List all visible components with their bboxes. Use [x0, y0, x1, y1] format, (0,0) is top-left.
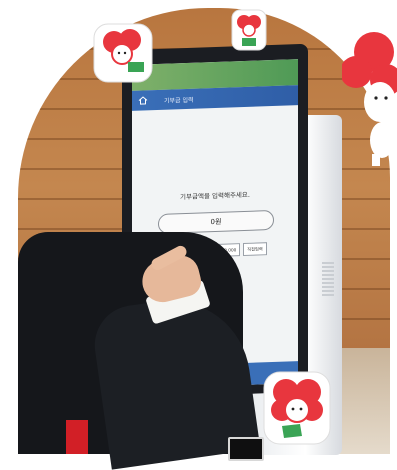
amount-input[interactable]: 0원: [158, 209, 274, 234]
mascot-sticker-bottom-right: [263, 371, 331, 445]
mascot-sticker-top: [231, 9, 267, 51]
kiosk-card-slot: [228, 437, 264, 461]
header-title: 기부금 입력: [164, 96, 194, 105]
amount-prompt: 기부금액을 입력해주세요.: [180, 190, 250, 202]
mascot-character-right: [342, 32, 397, 166]
home-icon[interactable]: [138, 95, 148, 105]
mascot-sticker-top-left: [93, 23, 153, 83]
direct-input-button[interactable]: 직접입력: [243, 242, 267, 257]
red-stripe: [66, 420, 88, 454]
kiosk-speaker-vent: [322, 262, 334, 298]
